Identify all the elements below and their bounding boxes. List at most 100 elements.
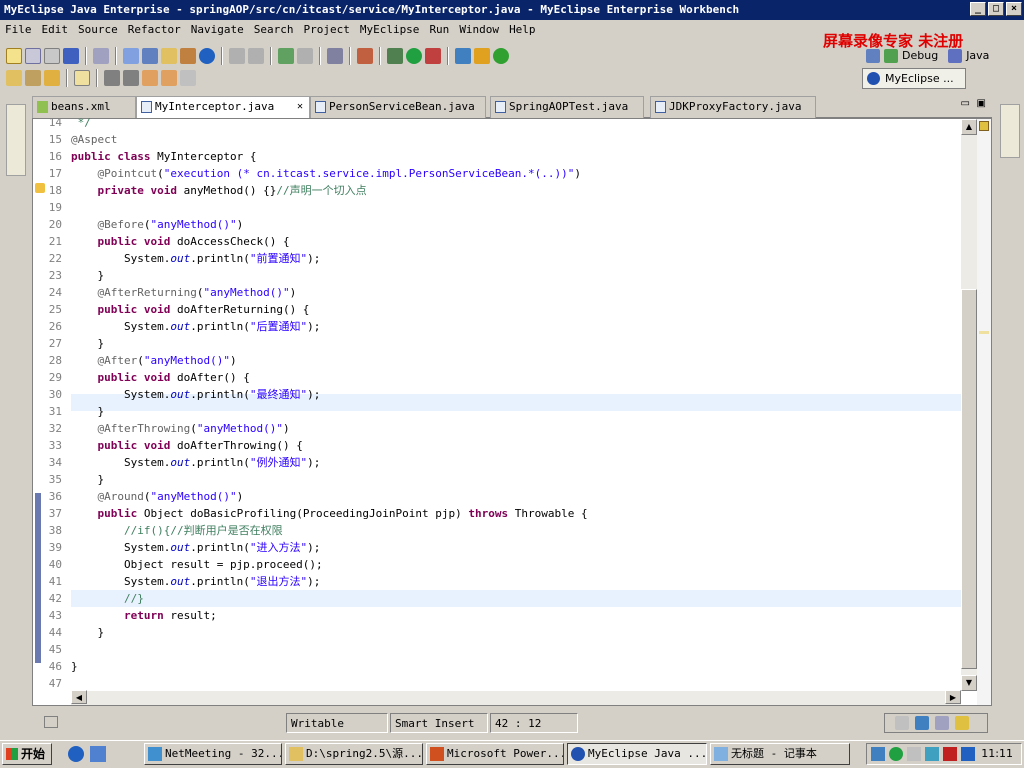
code-line[interactable]: private void anyMethod() {}//声明一个切入点 — [71, 182, 367, 199]
scroll-down-button[interactable]: ▼ — [961, 675, 977, 691]
code-line[interactable]: @After("anyMethod()") — [71, 352, 237, 369]
minimize-button[interactable]: _ — [970, 2, 986, 16]
copy-icon[interactable] — [248, 48, 264, 64]
code-line[interactable]: //} — [71, 590, 144, 607]
task-explorer[interactable]: D:\spring2.5\源... — [285, 743, 423, 765]
print-icon[interactable] — [44, 48, 60, 64]
hammer-icon[interactable] — [25, 70, 41, 86]
horizontal-scrollbar[interactable]: ◀ ▶ — [71, 690, 961, 705]
antivirus-icon[interactable] — [943, 747, 957, 761]
code-line[interactable]: System.out.println("进入方法"); — [71, 539, 320, 556]
tab-springaoptest-java[interactable]: SpringAOPTest.java — [490, 96, 644, 118]
task-notepad[interactable]: 无标题 - 记事本 — [710, 743, 850, 765]
code-line[interactable]: System.out.println("前置通知"); — [71, 250, 320, 267]
refresh-icon[interactable] — [493, 48, 509, 64]
right-view-dock[interactable] — [1000, 104, 1020, 158]
globe-icon[interactable] — [199, 48, 215, 64]
code-line[interactable]: } — [71, 658, 78, 675]
code-editor[interactable]: 14 15 16 17 18 19 20 21 22 23 24 25 26 2… — [32, 116, 992, 706]
run-external-icon[interactable] — [425, 48, 441, 64]
new-file-icon[interactable] — [6, 48, 22, 64]
tray-app-icon[interactable] — [925, 747, 939, 761]
maximize-button[interactable]: □ — [988, 2, 1004, 16]
task-powerpoint[interactable]: Microsoft Power... — [426, 743, 564, 765]
menu-search[interactable]: Search — [249, 20, 299, 39]
server-icon[interactable] — [93, 48, 109, 64]
code-line[interactable]: //if(){//判断用户是否在权限 — [71, 522, 283, 539]
start-button[interactable]: 开始 — [2, 743, 52, 765]
previous-annotation-icon[interactable] — [123, 70, 139, 86]
show-desktop-icon[interactable] — [90, 746, 106, 762]
java-perspective[interactable]: Java — [966, 46, 989, 66]
code-line[interactable]: public void doAfter() { — [71, 369, 250, 386]
cut-icon[interactable] — [229, 48, 245, 64]
left-arrow-icon[interactable] — [161, 70, 177, 86]
menu-edit[interactable]: Edit — [37, 20, 74, 39]
menu-refactor[interactable]: Refactor — [123, 20, 186, 39]
back-arrow-icon[interactable] — [142, 70, 158, 86]
code-line[interactable]: @Around("anyMethod()") — [71, 488, 244, 505]
maximize-editor-icon[interactable]: ▣ — [977, 98, 986, 109]
open-folder-icon[interactable] — [6, 70, 22, 86]
debug-icon[interactable] — [387, 48, 403, 64]
myeclipse-perspective-button[interactable]: MyEclipse ... — [862, 68, 966, 89]
open-perspective-icon[interactable] — [866, 49, 880, 63]
new-java-project-icon[interactable] — [455, 48, 471, 64]
open-resource-icon[interactable] — [44, 70, 60, 86]
unit-test-icon[interactable] — [955, 716, 969, 730]
left-view-dock[interactable] — [6, 104, 26, 176]
restore-icon[interactable] — [895, 716, 909, 730]
save-icon[interactable] — [25, 48, 41, 64]
code-line[interactable]: } — [71, 403, 104, 420]
scroll-up-button[interactable]: ▲ — [961, 119, 977, 135]
open-web-icon[interactable] — [278, 48, 294, 64]
external-tool-icon[interactable] — [297, 48, 313, 64]
ie-icon[interactable] — [68, 746, 84, 762]
menu-navigate[interactable]: Navigate — [186, 20, 249, 39]
code-line[interactable]: System.out.println("后置通知"); — [71, 318, 320, 335]
task-netmeeting[interactable]: NetMeeting - 32... — [144, 743, 282, 765]
new-class-icon[interactable] — [180, 48, 196, 64]
window-title-bar[interactable]: MyEclipse Java Enterprise - springAOP/sr… — [0, 0, 1024, 20]
code-line[interactable]: } — [71, 624, 104, 641]
forward-arrow-icon[interactable] — [180, 70, 196, 86]
code-line[interactable]: @Pointcut("execution (* cn.itcast.servic… — [71, 165, 581, 182]
volume-icon[interactable] — [961, 747, 975, 761]
task-myeclipse[interactable]: MyEclipse Java ... — [567, 743, 707, 765]
code-line[interactable]: public void doAfterReturning() { — [71, 301, 310, 318]
code-line[interactable]: public void doAfterThrowing() { — [71, 437, 303, 454]
code-line[interactable]: public void doAccessCheck() { — [71, 233, 290, 250]
scroll-right-button[interactable]: ▶ — [945, 690, 961, 704]
debug-perspective[interactable]: Debug — [902, 46, 938, 66]
code-line[interactable]: } — [71, 267, 104, 284]
menu-project[interactable]: Project — [298, 20, 354, 39]
menu-source[interactable]: Source — [73, 20, 123, 39]
menu-run[interactable]: Run — [424, 20, 454, 39]
code-line[interactable]: @Aspect — [71, 131, 117, 148]
menu-help[interactable]: Help — [504, 20, 541, 39]
console-icon[interactable] — [915, 716, 929, 730]
close-tab-icon[interactable]: ✕ — [297, 97, 303, 117]
menu-window[interactable]: Window — [454, 20, 504, 39]
run-icon[interactable] — [406, 48, 422, 64]
close-button[interactable]: × — [1006, 2, 1022, 16]
code-line[interactable]: Object result = pjp.proceed(); — [71, 556, 323, 573]
minimize-editor-icon[interactable]: ▭ — [961, 98, 970, 109]
next-annotation-icon[interactable] — [104, 70, 120, 86]
code-line[interactable]: } — [71, 471, 104, 488]
code-line[interactable]: } — [71, 335, 104, 352]
pen-icon[interactable] — [74, 70, 90, 86]
tab-myinterceptor-java[interactable]: MyInterceptor.java ✕ — [136, 96, 310, 118]
tab-personservicebean-java[interactable]: PersonServiceBean.java — [310, 96, 486, 118]
code-line[interactable]: return result; — [71, 607, 217, 624]
new-package2-icon[interactable] — [474, 48, 490, 64]
new-package-icon[interactable] — [161, 48, 177, 64]
overview-ruler[interactable] — [977, 119, 991, 705]
build-icon[interactable] — [357, 48, 373, 64]
code-line[interactable]: System.out.println("最终通知"); — [71, 386, 320, 403]
code-line[interactable]: System.out.println("例外通知"); — [71, 454, 320, 471]
scroll-thumb[interactable] — [961, 289, 977, 669]
vertical-scrollbar[interactable]: ▲ ▼ — [961, 119, 977, 691]
qq-icon[interactable] — [907, 747, 921, 761]
new-wizard-icon[interactable] — [123, 48, 139, 64]
